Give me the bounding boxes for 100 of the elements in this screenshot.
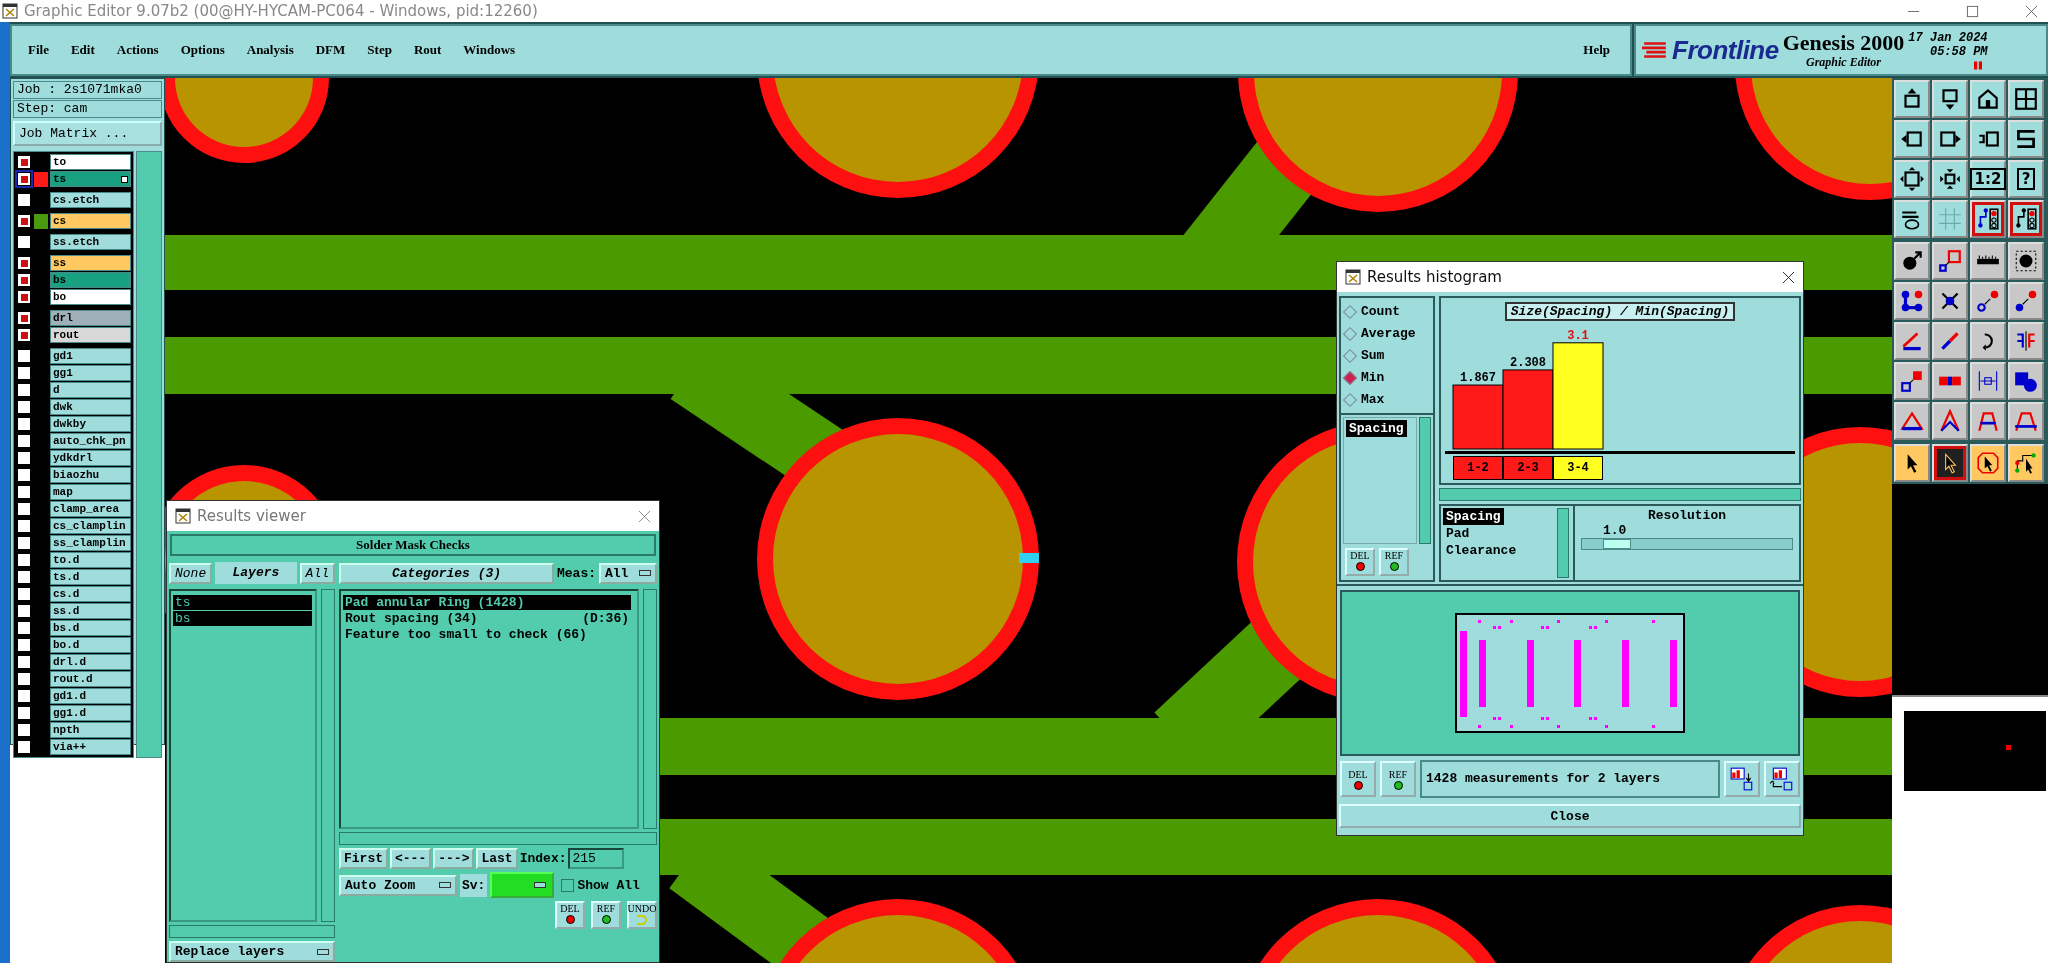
layer-name[interactable]: bo xyxy=(50,289,132,305)
layer-name[interactable]: bs xyxy=(50,272,132,288)
layer-name[interactable]: ts.d xyxy=(50,569,132,585)
zoom-mode-dropdown[interactable]: Auto Zoom xyxy=(339,874,457,896)
all-button[interactable]: All xyxy=(299,562,335,584)
layer-checkbox[interactable] xyxy=(17,655,31,669)
layer-checkbox[interactable] xyxy=(17,519,31,533)
close-button[interactable]: Close xyxy=(1339,804,1801,828)
tool-button[interactable] xyxy=(1970,444,2006,482)
layer-name[interactable]: ss.d xyxy=(50,603,132,619)
layer-checkbox[interactable] xyxy=(17,621,31,635)
layer-name[interactable]: ss.etch xyxy=(50,234,132,250)
menu-item[interactable]: File xyxy=(28,42,49,58)
menu-item[interactable]: Windows xyxy=(463,42,516,58)
layer-name[interactable]: cs.etch xyxy=(50,192,132,208)
layer-checkbox[interactable] xyxy=(17,672,31,686)
tool-button[interactable] xyxy=(1894,80,1930,118)
tool-button[interactable] xyxy=(2008,80,2044,118)
mode-radio[interactable]: Max xyxy=(1345,392,1429,407)
layer-checkbox[interactable] xyxy=(17,328,31,342)
attribute-item[interactable]: Pad xyxy=(1443,525,1473,542)
replace-mode-dropdown[interactable]: Replace layers xyxy=(169,941,335,962)
tool-button[interactable] xyxy=(1894,242,1930,280)
layer-checkbox[interactable] xyxy=(17,536,31,550)
tool-button[interactable] xyxy=(1932,160,1968,198)
layer-checkbox[interactable] xyxy=(17,256,31,270)
layer-name[interactable]: via++ xyxy=(50,739,132,755)
layer-checkbox[interactable] xyxy=(17,553,31,567)
layer-checkbox[interactable] xyxy=(17,235,31,249)
tool-button[interactable] xyxy=(1894,120,1930,158)
tool-button[interactable] xyxy=(1970,282,2006,320)
nav-button[interactable]: First xyxy=(339,848,388,869)
layer-checkbox[interactable] xyxy=(17,417,31,431)
tool-button[interactable] xyxy=(1970,322,2006,360)
attribute-item[interactable]: Clearance xyxy=(1443,542,1520,559)
layer-checkbox[interactable] xyxy=(17,311,31,325)
menu-item[interactable]: DFM xyxy=(315,42,346,58)
scrollbar[interactable] xyxy=(169,925,335,938)
layer-checkbox[interactable] xyxy=(17,604,31,618)
nav-button[interactable]: <--- xyxy=(390,848,432,869)
mode-radio[interactable]: Sum xyxy=(1345,348,1429,363)
attribute-item[interactable]: Spacing xyxy=(1443,508,1504,525)
layer-name[interactable]: to xyxy=(50,154,132,170)
job-matrix-button[interactable]: Job Matrix ... xyxy=(13,121,162,146)
tool-button[interactable] xyxy=(1932,322,1968,360)
nav-button[interactable]: ---> xyxy=(433,848,475,869)
layer-name[interactable]: gg1.d xyxy=(50,705,132,721)
layer-name[interactable]: rout xyxy=(50,327,132,343)
layer-name[interactable]: rout.d xyxy=(50,671,132,687)
layer-name[interactable]: bs.d xyxy=(50,620,132,636)
tool-button[interactable]: ? xyxy=(2008,160,2044,198)
layer-checkbox[interactable] xyxy=(17,689,31,703)
layer-checkbox[interactable] xyxy=(17,155,31,169)
layer-checkbox[interactable] xyxy=(17,349,31,363)
tool-button[interactable] xyxy=(1932,80,1968,118)
bin-label[interactable]: 1-2 xyxy=(1453,456,1503,480)
histogram-bar[interactable] xyxy=(1502,369,1554,450)
categories-button[interactable]: Categories (3) xyxy=(339,562,554,584)
menu-item[interactable]: Step xyxy=(367,42,392,58)
tool-button[interactable] xyxy=(1932,362,1968,400)
layer-item[interactable]: ts xyxy=(173,595,312,610)
layer-name[interactable]: d xyxy=(50,382,132,398)
scrollbar[interactable] xyxy=(1557,508,1569,578)
tool-button[interactable] xyxy=(2008,362,2044,400)
menu-item[interactable]: Actions xyxy=(116,42,159,58)
tool-button[interactable] xyxy=(1932,282,1968,320)
tool-button[interactable] xyxy=(1970,80,2006,118)
tool-button[interactable] xyxy=(1970,242,2006,280)
layer-checkbox[interactable] xyxy=(17,468,31,482)
tool-button[interactable] xyxy=(1894,282,1930,320)
layer-name[interactable]: ss xyxy=(50,255,132,271)
tool-button[interactable] xyxy=(2008,402,2044,440)
category-item[interactable]: Rout spacing (34) (D:36) xyxy=(343,611,631,626)
layer-item[interactable]: bs xyxy=(173,611,312,626)
layer-name[interactable]: bo.d xyxy=(50,637,132,653)
tool-button[interactable]: 1:2 xyxy=(1970,160,2006,198)
menu-item[interactable]: Analysis xyxy=(246,42,294,58)
tool-button[interactable] xyxy=(2008,444,2044,482)
undo-button[interactable]: UNDO xyxy=(627,901,657,929)
tool-button[interactable] xyxy=(2008,322,2044,360)
layer-checkbox[interactable] xyxy=(17,434,31,448)
tool-button[interactable] xyxy=(1932,444,1968,482)
bin-label[interactable]: 3-4 xyxy=(1553,456,1603,480)
layer-name[interactable]: cs xyxy=(50,213,132,229)
layer-name[interactable]: ydkdrl xyxy=(50,450,132,466)
layer-checkbox[interactable] xyxy=(17,706,31,720)
layer-checkbox[interactable] xyxy=(17,273,31,287)
layer-name[interactable]: biaozhu xyxy=(50,467,132,483)
layer-checkbox[interactable] xyxy=(17,740,31,754)
refresh-button[interactable]: REF xyxy=(591,901,621,929)
nav-button[interactable]: Last xyxy=(476,848,518,869)
show-all-checkbox[interactable] xyxy=(561,878,575,892)
layer-name[interactable]: drl.d xyxy=(50,654,132,670)
mode-radio[interactable]: Average xyxy=(1345,326,1429,341)
overview-map[interactable] xyxy=(1902,709,2048,793)
layer-checkbox[interactable] xyxy=(17,172,31,186)
tool-button[interactable] xyxy=(2008,200,2044,238)
layer-checkbox[interactable] xyxy=(17,570,31,584)
tool-button[interactable] xyxy=(1970,362,2006,400)
mode-radio[interactable]: Min xyxy=(1345,370,1429,385)
